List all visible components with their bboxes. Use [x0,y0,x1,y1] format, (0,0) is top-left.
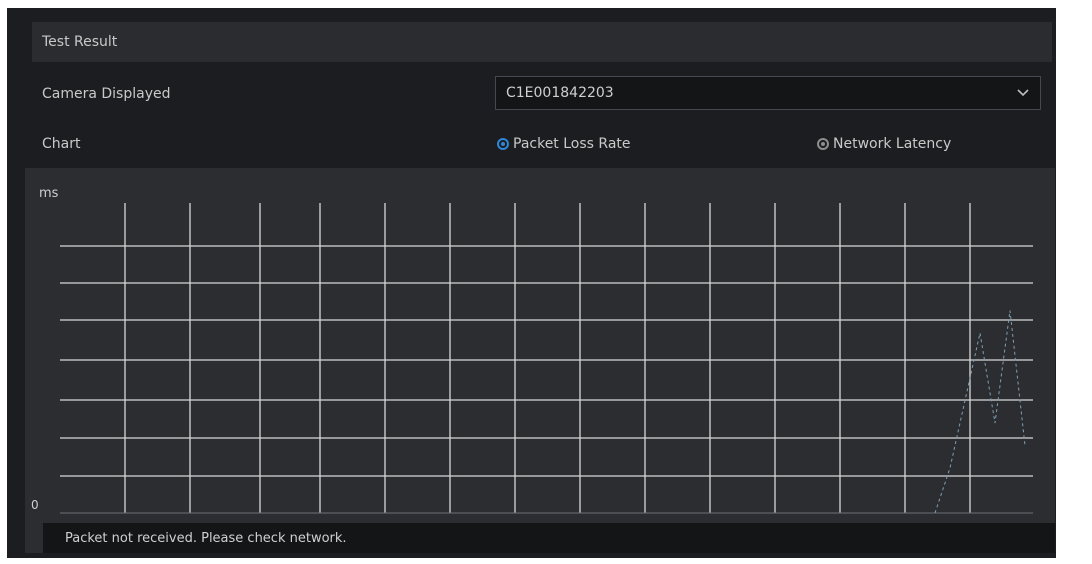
chart-series-line [934,310,1026,514]
chart-label: Chart [42,136,81,152]
radio-network-latency[interactable]: Network Latency [817,136,951,152]
warning-text: Packet not received. Please check networ… [65,530,347,546]
camera-select-value: C1E001842203 [506,85,614,101]
chart-svg [60,203,1033,514]
y-axis-unit-label: ms [39,186,59,201]
warning-bar: Packet not received. Please check networ… [43,523,1055,553]
radio-checked-icon [497,138,509,150]
panel-title-bar: Test Result [32,22,1052,62]
camera-select[interactable]: C1E001842203 [495,76,1041,110]
test-result-panel: Test Result Camera Displayed C1E00184220… [7,8,1056,558]
camera-label: Camera Displayed [42,86,171,102]
chevron-down-icon[interactable] [1010,80,1036,106]
radio-packet-loss-label: Packet Loss Rate [513,136,631,152]
panel-title: Test Result [42,34,118,50]
radio-unchecked-icon [817,138,829,150]
radio-packet-loss-rate[interactable]: Packet Loss Rate [497,136,631,152]
y-axis-zero-label: 0 [31,498,39,512]
radio-network-latency-label: Network Latency [833,136,952,152]
latency-chart: ms 0 [25,168,1055,553]
